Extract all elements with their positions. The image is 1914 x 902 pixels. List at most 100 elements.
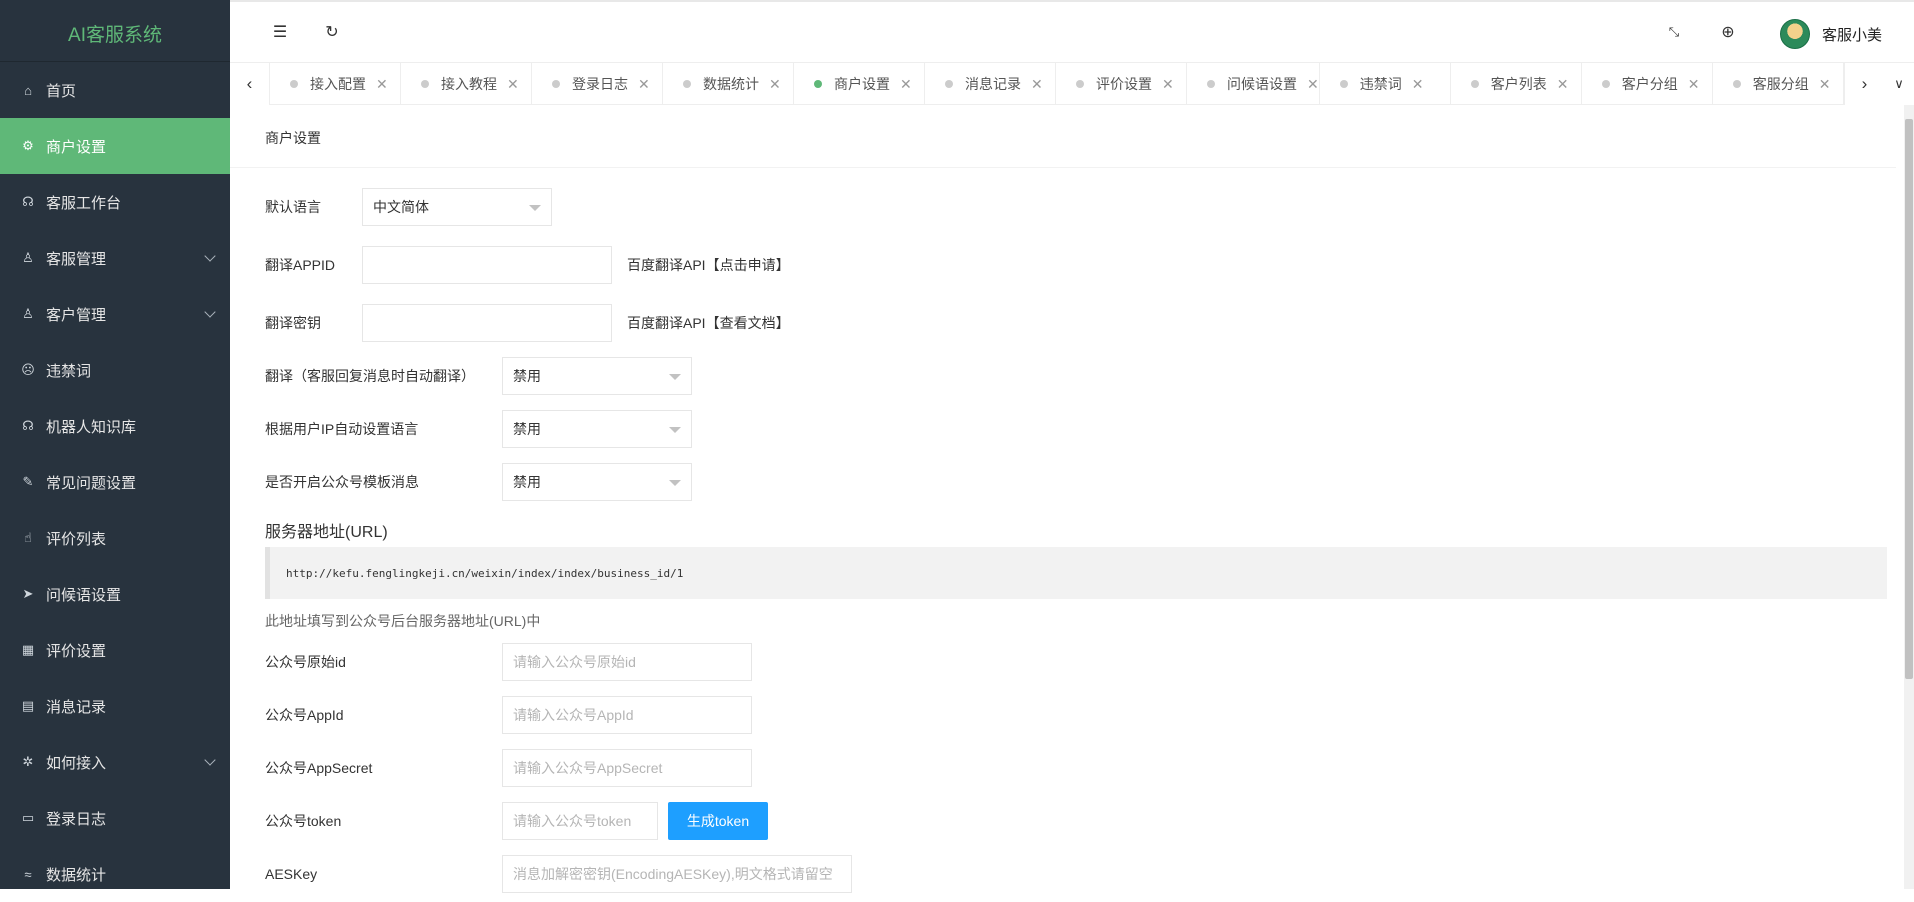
close-icon[interactable]: ✕: [769, 76, 781, 93]
mp-template-select[interactable]: 禁用: [502, 463, 692, 501]
tab-message-log[interactable]: 消息记录 ✕: [925, 63, 1056, 105]
sidebar-item-robot-kb[interactable]: ☊ 机器人知识库: [0, 398, 230, 454]
close-icon[interactable]: ✕: [1307, 76, 1319, 93]
tab-menu-button[interactable]: ∨: [1884, 63, 1914, 105]
sidebar-item-customer-management[interactable]: ♙ 客户管理: [0, 286, 230, 342]
tab-access-tutorial[interactable]: 接入教程 ✕: [401, 63, 532, 105]
tab-agent-groups[interactable]: 客服分组 ✕: [1713, 63, 1844, 105]
close-icon[interactable]: ✕: [376, 76, 388, 93]
translate-appid-input[interactable]: [362, 246, 612, 284]
input-placeholder: 请输入公众号AppId: [513, 707, 634, 723]
fullscreen-icon: ⤡: [1668, 24, 1680, 39]
sidebar-item-how-to-integrate[interactable]: ✲ 如何接入: [0, 734, 230, 790]
server-url-code: http://kefu.fenglingkeji.cn/weixin/index…: [265, 547, 1887, 599]
tab-banned-words[interactable]: 违禁词 ✕: [1320, 63, 1451, 105]
baidu-docs-link[interactable]: 百度翻译API【查看文档】: [627, 313, 790, 333]
default-language-row: 默认语言 中文简体: [265, 188, 552, 226]
tab-customer-groups[interactable]: 客户分组 ✕: [1582, 63, 1713, 105]
tab-review-settings[interactable]: 评价设置 ✕: [1056, 63, 1187, 105]
mp-appid-input[interactable]: 请输入公众号AppId: [502, 696, 752, 734]
mp-token-input[interactable]: 请输入公众号token: [502, 802, 658, 840]
sidebar-item-statistics[interactable]: ≈ 数据统计: [0, 846, 230, 902]
close-icon[interactable]: ✕: [1688, 76, 1700, 93]
field-label: 公众号AppId: [265, 707, 344, 723]
server-url-heading: 服务器地址(URL): [265, 524, 388, 541]
tab-statistics[interactable]: 数据统计 ✕: [663, 63, 794, 105]
input-placeholder: 请输入公众号token: [513, 813, 632, 829]
aes-key-input[interactable]: 消息加解密密钥(EncodingAESKey),明文格式请留空: [502, 855, 852, 893]
sidebar-item-label: 问候语设置: [46, 586, 122, 604]
sidebar-item-message-log[interactable]: ▤ 消息记录: [0, 678, 230, 734]
sidebar-item-greeting-settings[interactable]: ➤ 问候语设置: [0, 566, 230, 622]
auto-translate-row: 翻译（客服回复消息时自动翻译） 禁用: [265, 357, 692, 395]
language-button[interactable]: ⊕: [1716, 20, 1740, 44]
auto-translate-select[interactable]: 禁用: [502, 357, 692, 395]
tab-customer-list[interactable]: 客户列表 ✕: [1451, 63, 1582, 105]
select-value: 禁用: [513, 421, 541, 437]
close-icon[interactable]: ✕: [1412, 76, 1424, 93]
calendar-icon: ▦: [21, 642, 35, 657]
close-icon[interactable]: ✕: [1557, 76, 1569, 93]
sidebar-item-home[interactable]: ⌂ 首页: [0, 62, 230, 118]
edit-icon: ✎: [22, 474, 34, 489]
sidebar-item-label: 数据统计: [46, 866, 107, 884]
sidebar-item-label: 客服工作台: [46, 194, 122, 212]
sidebar-item-review-list[interactable]: ☝ 评价列表: [0, 510, 230, 566]
sidebar-item-login-log[interactable]: ▭ 登录日志: [0, 790, 230, 846]
tab-status-dot: [421, 80, 429, 88]
select-value: 禁用: [513, 474, 541, 490]
input-placeholder: 请输入公众号原始id: [513, 654, 636, 670]
menu-toggle-button[interactable]: ☰: [268, 20, 292, 44]
field-label: 公众号原始id: [265, 654, 346, 670]
caret-down-icon: [669, 480, 681, 486]
close-icon[interactable]: ✕: [1031, 76, 1043, 93]
tab-scroll-left-button[interactable]: ‹: [230, 63, 270, 105]
sidebar-item-agent-management[interactable]: ♙ 客服管理: [0, 230, 230, 286]
globe-icon: ⊕: [1721, 24, 1735, 41]
close-icon[interactable]: ✕: [1162, 76, 1174, 93]
page-title: 商户设置: [230, 105, 1896, 168]
field-label: 根据用户IP自动设置语言: [265, 421, 419, 437]
close-icon[interactable]: ✕: [638, 76, 650, 93]
sidebar-item-merchant-settings[interactable]: ⚙ 商户设置: [0, 118, 230, 174]
baidu-apply-link[interactable]: 百度翻译API【点击申请】: [627, 255, 790, 275]
translate-secret-input[interactable]: [362, 304, 612, 342]
sidebar-item-review-settings[interactable]: ▦ 评价设置: [0, 622, 230, 678]
headset-icon: ☊: [22, 194, 34, 209]
generate-token-button[interactable]: 生成token: [668, 802, 768, 840]
close-icon[interactable]: ✕: [900, 76, 912, 93]
app-logo-title: AI客服系统: [0, 0, 230, 62]
tab-scroll-right-button[interactable]: ›: [1844, 63, 1884, 105]
tab-label: 客户列表: [1490, 76, 1547, 92]
sidebar-item-label: 登录日志: [46, 810, 107, 828]
input-placeholder: 消息加解密密钥(EncodingAESKey),明文格式请留空: [513, 866, 833, 882]
sidebar-item-banned-words[interactable]: ☹ 违禁词: [0, 342, 230, 398]
fullscreen-button[interactable]: ⤡: [1662, 20, 1686, 44]
sidebar-item-label: 常见问题设置: [46, 474, 137, 492]
chevron-down-icon: [204, 250, 216, 262]
user-menu[interactable]: 客服小美: [1779, 19, 1882, 49]
chevron-down-icon: [204, 754, 216, 766]
field-label: 翻译（客服回复消息时自动翻译）: [265, 368, 475, 384]
sidebar-item-label: 机器人知识库: [46, 418, 137, 436]
default-language-select[interactable]: 中文简体: [362, 188, 552, 226]
mp-original-id-input[interactable]: 请输入公众号原始id: [502, 643, 752, 681]
close-icon[interactable]: ✕: [1819, 76, 1831, 93]
mp-appsecret-input[interactable]: 请输入公众号AppSecret: [502, 749, 752, 787]
tab-access-config[interactable]: 接入配置 ✕: [270, 63, 401, 105]
tab-greeting-settings[interactable]: 问候语设置 ✕: [1187, 63, 1320, 105]
sidebar-item-label: 评价设置: [46, 642, 107, 660]
scrollbar-thumb[interactable]: [1905, 119, 1913, 679]
refresh-icon: ↻: [325, 24, 339, 41]
page-scrollbar[interactable]: [1904, 105, 1914, 889]
close-icon[interactable]: ✕: [507, 76, 519, 93]
sidebar-item-workbench[interactable]: ☊ 客服工作台: [0, 174, 230, 230]
table-icon: ▭: [21, 810, 35, 825]
caret-down-icon: [669, 427, 681, 433]
tab-merchant-settings[interactable]: 商户设置 ✕: [794, 63, 925, 105]
tab-login-log[interactable]: 登录日志 ✕: [532, 63, 663, 105]
tab-status-dot: [1339, 80, 1348, 88]
refresh-button[interactable]: ↻: [320, 20, 344, 44]
ip-language-select[interactable]: 禁用: [502, 410, 692, 448]
sidebar-item-faq-settings[interactable]: ✎ 常见问题设置: [0, 454, 230, 510]
